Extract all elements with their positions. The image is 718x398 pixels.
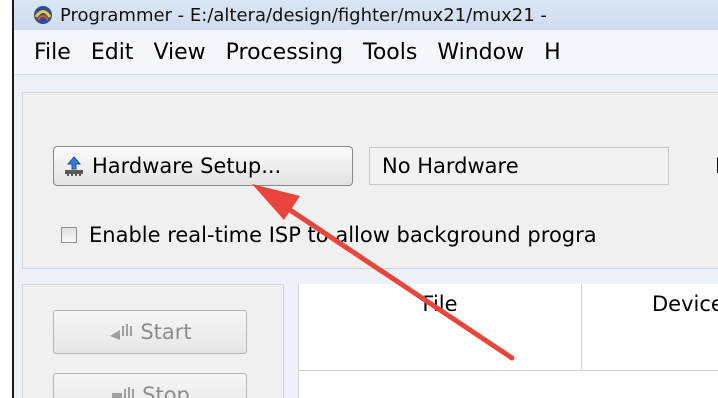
isp-checkbox[interactable] [61, 227, 77, 243]
programmer-window: Programmer - E:/altera/design/fighter/mu… [12, 0, 718, 398]
window-title: Programmer - E:/altera/design/fighter/mu… [60, 4, 547, 26]
column-header-device[interactable]: Device [582, 284, 718, 370]
quartus-app-icon [32, 4, 54, 26]
hardware-panel: Hardware Setup... No Hardware N Enable r… [22, 92, 718, 269]
menu-window[interactable]: Window [437, 40, 524, 65]
current-hardware-field: No Hardware [369, 147, 669, 185]
stop-label: Stop [142, 383, 190, 398]
menu-edit[interactable]: Edit [91, 40, 134, 65]
table-header: File Device [299, 284, 718, 371]
device-table: File Device [298, 284, 718, 398]
stop-button[interactable]: Stop [53, 373, 247, 398]
menu-processing[interactable]: Processing [226, 40, 343, 65]
isp-option[interactable]: Enable real-time ISP to allow background… [61, 220, 597, 250]
menu-bar: File Edit View Processing Tools Window H [14, 30, 718, 75]
isp-label: Enable real-time ISP to allow background… [89, 223, 597, 247]
stop-icon [110, 385, 136, 398]
menu-help[interactable]: H [544, 40, 561, 65]
hardware-setup-label: Hardware Setup... [92, 154, 282, 178]
column-header-file[interactable]: File [299, 284, 582, 370]
hardware-setup-button[interactable]: Hardware Setup... [53, 146, 353, 186]
start-button[interactable]: Start [53, 310, 247, 354]
menu-tools[interactable]: Tools [363, 40, 417, 65]
start-icon [108, 322, 134, 342]
title-bar: Programmer - E:/altera/design/fighter/mu… [14, 0, 718, 30]
menu-file[interactable]: File [34, 40, 71, 65]
action-panel: Start Stop [22, 284, 284, 398]
hardware-setup-icon [62, 154, 88, 178]
start-label: Start [140, 320, 192, 344]
menu-view[interactable]: View [153, 40, 205, 65]
